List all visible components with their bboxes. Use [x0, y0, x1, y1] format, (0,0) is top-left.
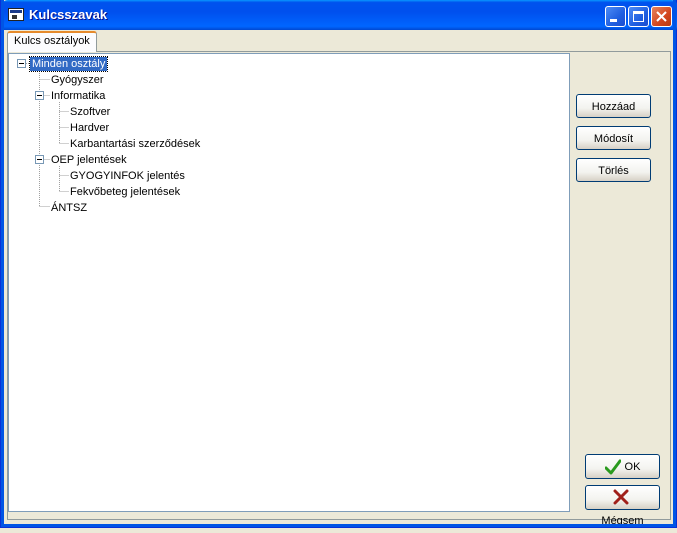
cancel-label: Mégsem — [601, 515, 644, 527]
tree-node-minden-osztaly[interactable]: Minden osztály — [28, 56, 109, 72]
app-icon — [8, 8, 24, 21]
tree-node-fekvobeteg-jelentesek[interactable]: Fekvőbeteg jelentések — [68, 185, 182, 199]
x-icon — [613, 489, 628, 505]
tree-node-szoftver[interactable]: Szoftver — [68, 105, 112, 119]
maximize-button[interactable] — [628, 6, 649, 27]
collapse-icon[interactable] — [35, 91, 44, 100]
minimize-icon — [610, 19, 617, 22]
cancel-button[interactable]: Mégsem — [585, 485, 660, 527]
checkmark-icon — [604, 459, 621, 474]
tree-node-karbantartasi-szerzodesek[interactable]: Karbantartási szerződések — [68, 137, 202, 151]
add-button[interactable]: Hozzáad — [576, 94, 651, 118]
maximize-icon — [633, 11, 644, 22]
tree-node-gyogyszer[interactable]: Gyógyszer — [49, 73, 106, 87]
title-bar[interactable]: Kulcsszavak — [1, 0, 677, 30]
category-tree[interactable]: Minden osztály Gyógyszer Informatika Szo… — [8, 53, 570, 512]
dialog-window: Kulcsszavak Kulcs osztályok Minden osztá… — [0, 0, 677, 528]
modify-button[interactable]: Módosít — [576, 126, 651, 150]
ok-button[interactable]: OK — [585, 454, 660, 479]
tree-node-hardver[interactable]: Hardver — [68, 121, 111, 135]
window-title: Kulcsszavak — [29, 7, 108, 22]
delete-button[interactable]: Törlés — [576, 158, 651, 182]
collapse-icon[interactable] — [35, 155, 44, 164]
tree-node-oep-jelentesek[interactable]: OEP jelentések — [49, 153, 129, 167]
close-icon — [656, 11, 667, 22]
tree-node-informatika[interactable]: Informatika — [49, 89, 107, 103]
tree-node-gyogyinfok-jelentes[interactable]: GYOGYINFOK jelentés — [68, 169, 187, 183]
close-button[interactable] — [651, 6, 672, 27]
tab-kulcs-osztalyok[interactable]: Kulcs osztályok — [7, 31, 97, 52]
ok-label: OK — [624, 461, 641, 473]
tree-node-antsz[interactable]: ÁNTSZ — [49, 201, 89, 215]
collapse-icon[interactable] — [17, 59, 26, 68]
minimize-button[interactable] — [605, 6, 626, 27]
